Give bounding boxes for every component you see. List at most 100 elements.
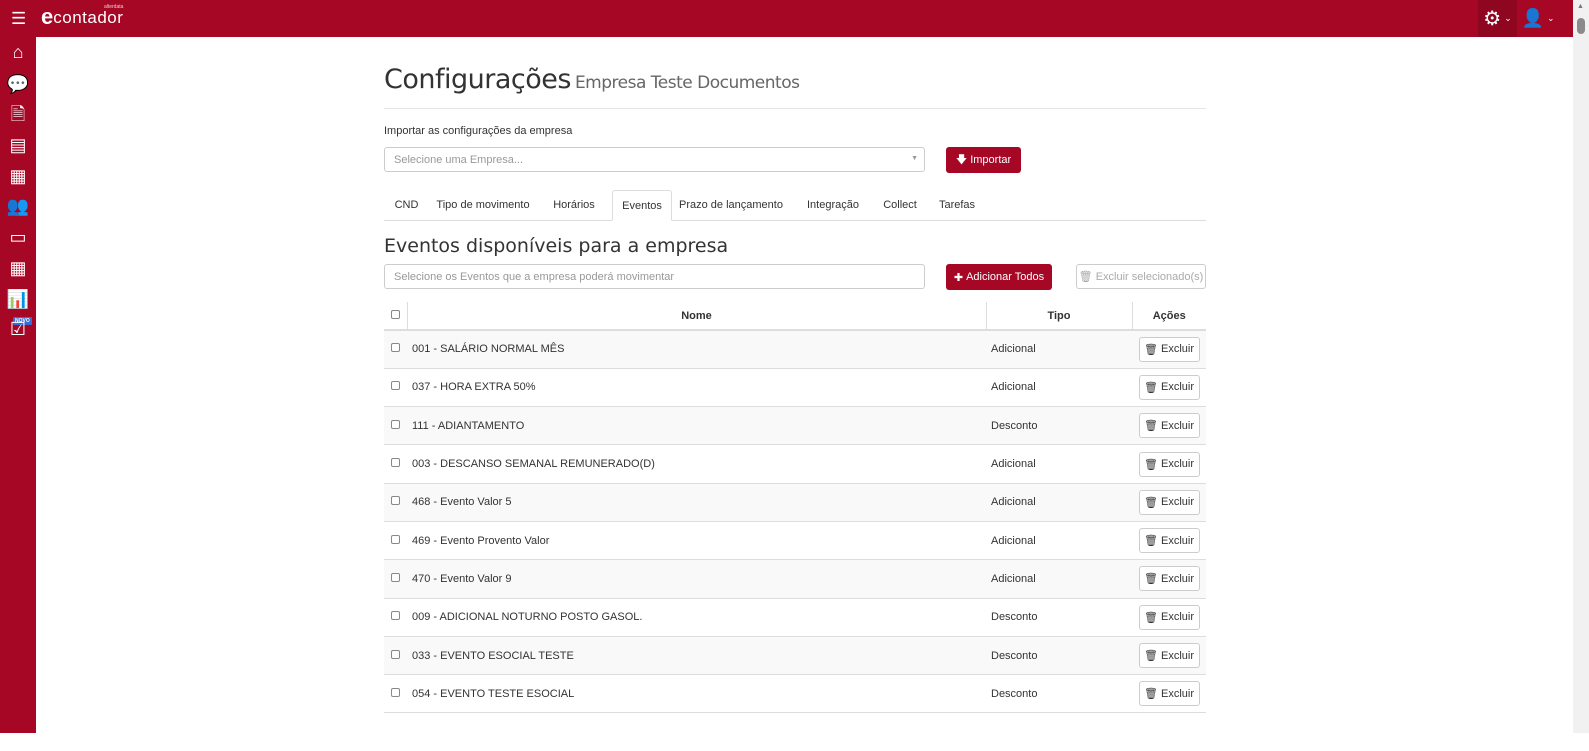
tab-horarios[interactable]: Horários	[537, 190, 611, 221]
delete-button[interactable]: 🗑 Excluir	[1138, 374, 1200, 400]
actions-cell: 🗑 Excluir	[1132, 520, 1206, 560]
row-checkbox[interactable]	[391, 687, 400, 697]
tabs: CND Tipo de movimento Horários Eventos P…	[384, 190, 1206, 221]
page-title: Configurações Empresa Teste Documentos	[384, 64, 800, 95]
events-select[interactable]: Selecione os Eventos que a empresa poder…	[384, 264, 925, 289]
tab-integracao[interactable]: Integração	[798, 190, 868, 221]
event-type: Adicional	[986, 367, 1132, 407]
event-type: Desconto	[986, 597, 1132, 637]
document-icon[interactable]: 🗎	[6, 103, 30, 125]
building-icon[interactable]: ▦	[6, 165, 30, 187]
tab-eventos[interactable]: Eventos	[612, 190, 672, 221]
row-select[interactable]	[384, 520, 407, 560]
arrow-down-icon: 🡇	[955, 153, 968, 166]
row-select[interactable]	[384, 635, 407, 675]
row-select[interactable]	[384, 559, 407, 599]
trash-icon: 🗑	[1143, 420, 1158, 433]
row-checkbox[interactable]	[391, 649, 400, 659]
plus-icon: ✚	[953, 271, 964, 284]
menu-icon[interactable]: ☰	[11, 10, 26, 27]
delete-button[interactable]: 🗑 Excluir	[1138, 681, 1200, 707]
event-type: Desconto	[986, 674, 1132, 713]
import-label: Importar as configurações da empresa	[384, 125, 573, 137]
tab-collect[interactable]: Collect	[872, 190, 928, 221]
calculator-icon[interactable]: ▦	[6, 257, 30, 279]
table-row: 468 - Evento Valor 5 Adicional 🗑 Excluir	[384, 482, 1206, 522]
event-type: Adicional	[986, 329, 1132, 369]
row-select[interactable]	[384, 482, 407, 522]
actions-cell: 🗑 Excluir	[1132, 597, 1206, 637]
event-type: Adicional	[986, 520, 1132, 560]
actions-cell: 🗑 Excluir	[1132, 674, 1206, 713]
row-select[interactable]	[384, 444, 407, 484]
delete-button[interactable]: 🗑 Excluir	[1138, 413, 1200, 439]
event-name: 054 - EVENTO TESTE ESOCIAL	[407, 674, 986, 713]
table-row: 469 - Evento Provento Valor Adicional 🗑 …	[384, 520, 1206, 560]
row-checkbox[interactable]	[391, 381, 400, 391]
table-row: 009 - ADICIONAL NOTURNO POSTO GASOL. Des…	[384, 597, 1206, 637]
select-all[interactable]	[384, 302, 407, 331]
row-checkbox[interactable]	[391, 419, 400, 429]
row-select[interactable]	[384, 367, 407, 407]
trash-icon: 🗑	[1143, 611, 1158, 624]
tab-tarefas[interactable]: Tarefas	[930, 190, 984, 221]
row-checkbox[interactable]	[391, 534, 400, 544]
caret-down-icon: ▼	[911, 155, 918, 162]
delete-button[interactable]: 🗑 Excluir	[1138, 643, 1200, 669]
scroll-thumb[interactable]	[1577, 18, 1585, 34]
row-checkbox[interactable]	[391, 572, 400, 582]
add-all-button[interactable]: ✚ Adicionar Todos	[946, 264, 1052, 290]
bar-chart-icon[interactable]: 📊	[6, 288, 30, 310]
id-card-icon[interactable]: ▤	[6, 134, 30, 156]
company-select[interactable]: Selecione uma Empresa... ▼	[384, 147, 925, 172]
row-checkbox[interactable]	[391, 496, 400, 506]
logo-subtext: alterdata	[103, 4, 124, 10]
trash-icon: 🗑	[1143, 573, 1158, 586]
event-type: Desconto	[986, 406, 1132, 445]
tab-tipo-movimento[interactable]: Tipo de movimento	[431, 190, 535, 221]
delete-button[interactable]: 🗑 Excluir	[1138, 489, 1200, 515]
delete-button[interactable]: 🗑 Excluir	[1138, 566, 1200, 592]
delete-button[interactable]: 🗑 Excluir	[1138, 336, 1200, 362]
checkbox-icon[interactable]: ☑	[6, 318, 30, 340]
delete-button[interactable]: 🗑 Excluir	[1138, 451, 1200, 477]
credit-card-icon[interactable]: ▭	[6, 226, 30, 248]
row-select[interactable]	[384, 674, 407, 713]
trash-icon: 🗑	[1143, 496, 1158, 509]
event-name: 468 - Evento Valor 5	[407, 482, 986, 522]
event-type: Adicional	[986, 559, 1132, 599]
col-nome: Nome	[406, 302, 986, 331]
tab-cnd[interactable]: CND	[384, 190, 429, 221]
row-checkbox[interactable]	[391, 611, 400, 621]
tab-prazo[interactable]: Prazo de lançamento	[674, 190, 788, 221]
import-button[interactable]: 🡇 Importar	[946, 147, 1021, 173]
user-menu[interactable]: 👤 ⌄	[1518, 0, 1558, 37]
row-select[interactable]	[384, 406, 407, 445]
table-row: 033 - EVENTO ESOCIAL TESTE Desconto 🗑 Ex…	[384, 635, 1206, 675]
delete-button[interactable]: 🗑 Excluir	[1138, 604, 1200, 630]
event-name: 469 - Evento Provento Valor	[407, 520, 986, 560]
event-type: Adicional	[986, 482, 1132, 522]
settings-menu[interactable]: ⚙ ⌄	[1478, 0, 1517, 37]
row-checkbox[interactable]	[391, 343, 400, 353]
event-name: 003 - DESCANSO SEMANAL REMUNERADO(D)	[407, 444, 986, 484]
table-row: 470 - Evento Valor 9 Adicional 🗑 Excluir	[384, 559, 1206, 599]
users-icon[interactable]: 👥	[6, 195, 30, 217]
delete-button[interactable]: 🗑 Excluir	[1138, 528, 1200, 554]
top-bar: ☰ e contador alterdata ⚙ ⌄ 👤 ⌄	[0, 0, 1573, 37]
comments-icon[interactable]: 💬	[6, 73, 30, 95]
table-row: 003 - DESCANSO SEMANAL REMUNERADO(D) Adi…	[384, 444, 1206, 484]
page-subtitle: Empresa Teste Documentos	[574, 73, 800, 93]
row-select[interactable]	[384, 597, 407, 637]
scrollbar[interactable]: ▲	[1573, 0, 1589, 733]
sidebar: ⌂ 💬 🗎 ▤ ▦ 👥 ▭ ▦ NOVO 📊 ☑	[0, 37, 36, 733]
actions-cell: 🗑 Excluir	[1132, 406, 1206, 445]
delete-selected-button[interactable]: 🗑 Excluir selecionado(s)	[1076, 264, 1206, 289]
home-icon[interactable]: ⌂	[6, 41, 30, 63]
select-all-checkbox[interactable]	[390, 309, 400, 319]
row-select[interactable]	[384, 329, 407, 369]
logo[interactable]: e contador alterdata	[41, 4, 124, 28]
scroll-up-icon[interactable]: ▲	[1577, 3, 1584, 10]
col-acoes: Ações	[1131, 302, 1206, 331]
row-checkbox[interactable]	[391, 458, 400, 468]
